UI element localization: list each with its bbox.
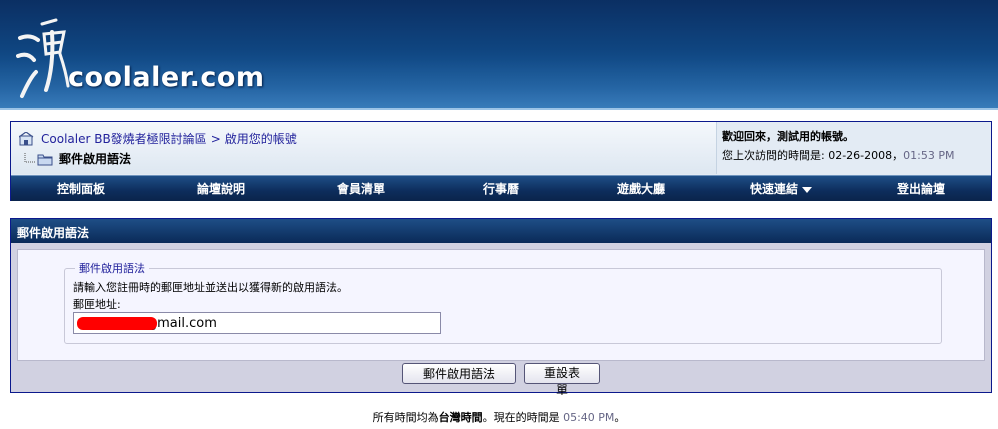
tree-branch-icon <box>24 152 35 162</box>
logo-mark-icon <box>16 18 70 98</box>
nav-calendar[interactable]: 行事曆 <box>431 180 571 197</box>
email-fieldset: 郵件啟用語法 請輸入您註冊時的郵匣地址並送出以獲得新的啟用語法。 郵匣地址: <box>64 260 942 344</box>
nav-log-out[interactable]: 登出論壇 <box>851 180 991 197</box>
navigation-box: Coolaler BB發燒者極限討論區 > 啟用您的帳號 郵件啟用語法 歡迎回來… <box>10 121 992 201</box>
form-buttons: 郵件啟用語法 重設表單 <box>11 363 991 397</box>
redaction-mark <box>77 317 157 330</box>
user-info: 歡迎回來，測試用的帳號。 您上次訪問的時間是: 02-26-2008，01:53… <box>718 122 991 174</box>
footer-current-time: 05:40 PM <box>563 411 615 424</box>
breadcrumb-current-link[interactable]: 啟用您的帳號 <box>225 130 297 147</box>
email-label: 郵匣地址: <box>73 298 121 311</box>
breadcrumb-trail: Coolaler BB發燒者極限討論區 > 啟用您的帳號 <box>19 130 297 147</box>
page-title-row: 郵件啟用語法 <box>23 150 131 167</box>
send-activation-button[interactable]: 郵件啟用語法 <box>402 363 516 384</box>
footer-time-info: 所有時間均為台灣時間。現在的時間是 05:40 PM。 <box>0 409 998 425</box>
last-visit-time: 01:53 PM <box>903 149 955 162</box>
nav-faq[interactable]: 論壇說明 <box>151 180 291 197</box>
fieldset-legend: 郵件啟用語法 <box>75 260 149 276</box>
nav-members-list[interactable]: 會員清單 <box>291 180 431 197</box>
breadcrumb: Coolaler BB發燒者極限討論區 > 啟用您的帳號 郵件啟用語法 <box>11 122 717 174</box>
activation-form-panel: 郵件啟用語法 郵件啟用語法 請輸入您註冊時的郵匣地址並送出以獲得新的啟用語法。 … <box>10 218 992 397</box>
banner-divider <box>0 108 998 110</box>
nav-quick-links[interactable]: 快速連結 <box>711 180 851 197</box>
footer-middle: 。現在的時間是 <box>482 411 560 424</box>
welcome-message: 歡迎回來，測試用的帳號。 <box>722 130 854 143</box>
folder-icon <box>37 154 53 165</box>
breadcrumb-forum-link[interactable]: Coolaler BB發燒者極限討論區 <box>41 130 207 147</box>
footer-prefix: 所有時間均為 <box>372 411 439 424</box>
nav-quick-links-label: 快速連結 <box>749 182 798 196</box>
reset-form-button[interactable]: 重設表單 <box>524 363 600 397</box>
main-navbar: 控制面板 論壇說明 會員清單 行事曆 遊戲大廳 快速連結 登出論壇 <box>11 175 991 201</box>
site-header: coolaler.com <box>0 0 998 110</box>
nav-arcade[interactable]: 遊戲大廳 <box>571 180 711 197</box>
page-title: 郵件啟用語法 <box>59 152 132 166</box>
panel-body: 郵件啟用語法 請輸入您註冊時的郵匣地址並送出以獲得新的啟用語法。 郵匣地址: <box>17 249 985 361</box>
site-logo-text[interactable]: coolaler.com <box>68 62 265 93</box>
panel-header: 郵件啟用語法 <box>11 219 991 243</box>
chevron-down-icon <box>802 186 812 193</box>
form-description: 請輸入您註冊時的郵匣地址並送出以獲得新的啟用語法。 <box>73 281 348 294</box>
nav-user-cp[interactable]: 控制面板 <box>11 180 151 197</box>
breadcrumb-separator: > <box>210 131 221 146</box>
last-visit-label: 您上次訪問的時間是: 02-26-2008， <box>722 149 904 162</box>
last-visit: 您上次訪問的時間是: 02-26-2008，01:53 PM <box>722 147 991 163</box>
footer-timezone: 台灣時間 <box>438 411 483 424</box>
footer-suffix: 。 <box>614 411 626 424</box>
forum-home-icon[interactable] <box>19 131 37 146</box>
